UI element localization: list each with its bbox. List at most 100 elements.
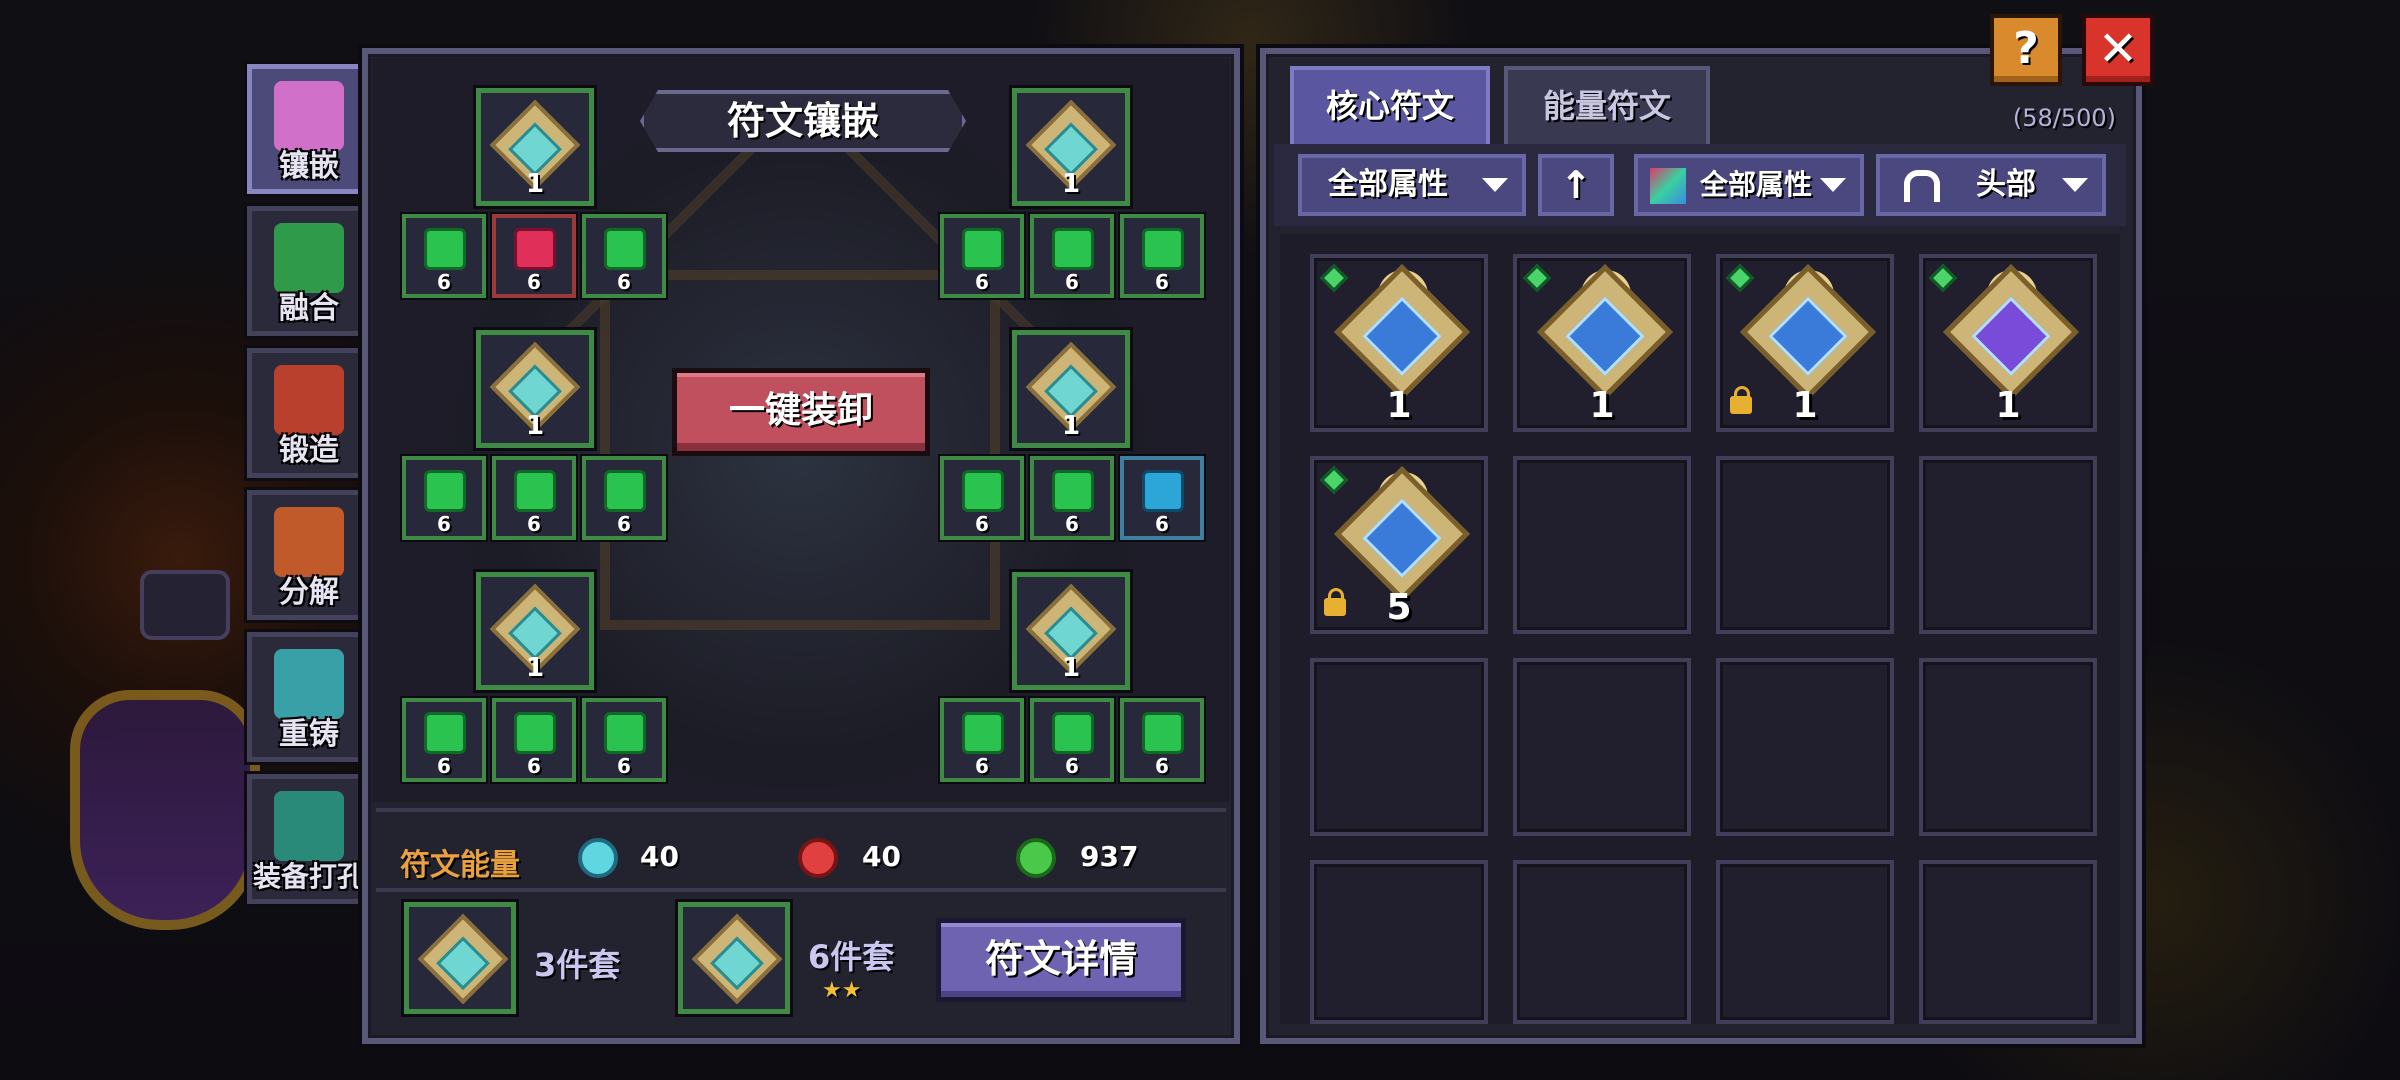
energy-rune-icon xyxy=(424,228,466,270)
empty-slot[interactable] xyxy=(1716,658,1894,836)
inventory-item[interactable]: 5 xyxy=(1310,456,1488,634)
rune-level: 5 xyxy=(1386,587,1412,628)
tab-energy-runes[interactable]: 能量符文 xyxy=(1504,66,1710,144)
energy-label: 符文能量 xyxy=(400,848,520,883)
red-energy-icon xyxy=(798,838,838,878)
core-slot[interactable]: 1 xyxy=(1012,572,1130,690)
rune-slot[interactable]: 6 xyxy=(492,214,576,298)
empty-slot[interactable] xyxy=(1310,658,1488,836)
energy-rune-icon xyxy=(424,470,466,512)
rune-level: 1 xyxy=(525,653,545,683)
empty-slot[interactable] xyxy=(1919,860,2097,1024)
set-3-label: 3件套 xyxy=(534,946,621,984)
rune-details-button[interactable]: 符文详情 xyxy=(936,918,1186,1002)
inventory-item[interactable]: 1 xyxy=(1919,254,2097,432)
inventory-item[interactable]: 1 xyxy=(1716,254,1894,432)
rune-level: 1 xyxy=(1061,411,1081,441)
element-filter-dropdown[interactable]: 全部属性 xyxy=(1634,154,1864,216)
side-tab-decompose[interactable]: 分解 xyxy=(247,490,371,620)
core-rune-icon xyxy=(1943,264,2079,400)
side-tab-label: 重铸 xyxy=(279,717,339,752)
empty-slot[interactable] xyxy=(1919,456,2097,634)
set-rune-icon xyxy=(691,913,783,1005)
inventory-count: (58/500) xyxy=(2012,104,2116,132)
chevron-down-icon xyxy=(1820,178,1846,192)
core-slot[interactable]: 1 xyxy=(476,572,594,690)
side-tab-inlay[interactable]: 镶嵌 xyxy=(247,64,371,194)
attribute-filter-dropdown[interactable]: 全部属性 xyxy=(1298,154,1526,216)
rune-slot[interactable]: 6 xyxy=(492,698,576,782)
green-energy-icon xyxy=(1016,838,1056,878)
help-button[interactable]: ? xyxy=(1990,14,2062,86)
rune-slot[interactable]: 6 xyxy=(1030,698,1114,782)
rune-slot[interactable]: 6 xyxy=(1120,456,1204,540)
rune-slot[interactable]: 6 xyxy=(402,698,486,782)
empty-slot[interactable] xyxy=(1513,456,1691,634)
blue-energy-value: 40 xyxy=(640,840,679,873)
rune-slot[interactable]: 6 xyxy=(1120,214,1204,298)
rune-level: 1 xyxy=(1995,385,2021,426)
core-slot[interactable]: 1 xyxy=(1012,330,1130,448)
set-bonus-6-icon[interactable] xyxy=(678,902,790,1014)
core-rune-icon xyxy=(1740,264,1876,400)
side-tab-recast[interactable]: 重铸 xyxy=(247,632,371,762)
empty-slot[interactable] xyxy=(1919,658,2097,836)
chevron-down-icon xyxy=(1482,178,1508,192)
rune-slot[interactable]: 6 xyxy=(492,456,576,540)
rune-slot[interactable]: 6 xyxy=(582,698,666,782)
energy-rune-icon xyxy=(604,228,646,270)
empty-slot[interactable] xyxy=(1310,860,1488,1024)
new-marker-icon xyxy=(1928,263,1958,293)
rune-slot[interactable]: 6 xyxy=(940,698,1024,782)
side-tab-label: 装备打孔 xyxy=(252,860,365,893)
empty-slot[interactable] xyxy=(1513,860,1691,1024)
slot-level: 6 xyxy=(437,270,451,294)
side-tab-fusion[interactable]: 融合 xyxy=(247,206,371,336)
slot-level: 6 xyxy=(1065,512,1079,536)
side-tab-label: 镶嵌 xyxy=(279,149,339,184)
sort-button[interactable]: ↑ xyxy=(1538,154,1614,216)
new-marker-icon xyxy=(1522,263,1552,293)
slot-level: 6 xyxy=(975,512,989,536)
core-slot[interactable]: 1 xyxy=(476,88,594,206)
rune-slot[interactable]: 6 xyxy=(402,456,486,540)
rune-slot[interactable]: 6 xyxy=(582,214,666,298)
chevron-down-icon xyxy=(2062,178,2088,192)
slot-level: 6 xyxy=(1065,270,1079,294)
slot-filter-dropdown[interactable]: 头部 xyxy=(1876,154,2106,216)
rune-slot[interactable]: 6 xyxy=(582,456,666,540)
close-button[interactable]: ✕ xyxy=(2082,14,2154,86)
rune-level: 1 xyxy=(525,169,545,199)
energy-rune-icon xyxy=(1052,228,1094,270)
side-tab-forge[interactable]: 锻造 xyxy=(247,348,371,478)
red-energy-value: 40 xyxy=(862,840,901,873)
empty-slot[interactable] xyxy=(1716,860,1894,1024)
core-rune-icon xyxy=(1334,466,1470,602)
slot-level: 6 xyxy=(437,512,451,536)
side-tab-punch[interactable]: 装备打孔 xyxy=(247,774,371,904)
energy-rune-icon xyxy=(514,470,556,512)
inventory-item[interactable]: 1 xyxy=(1513,254,1691,432)
rune-slot[interactable]: 6 xyxy=(940,456,1024,540)
rune-slot[interactable]: 6 xyxy=(402,214,486,298)
rune-slot[interactable]: 6 xyxy=(1030,456,1114,540)
all-elements-icon xyxy=(1650,168,1686,204)
inventory-item[interactable]: 1 xyxy=(1310,254,1488,432)
rune-level: 1 xyxy=(1061,653,1081,683)
slot-level: 6 xyxy=(617,270,631,294)
rune-slot[interactable]: 6 xyxy=(1030,214,1114,298)
slot-level: 6 xyxy=(617,512,631,536)
tab-core-runes[interactable]: 核心符文 xyxy=(1290,66,1490,144)
new-marker-icon xyxy=(1319,465,1349,495)
core-slot[interactable]: 1 xyxy=(476,330,594,448)
set-bonus-3-icon[interactable] xyxy=(404,902,516,1014)
slot-level: 6 xyxy=(1155,512,1169,536)
rune-slot[interactable]: 6 xyxy=(1120,698,1204,782)
empty-slot[interactable] xyxy=(1716,456,1894,634)
core-slot[interactable]: 1 xyxy=(1012,88,1130,206)
side-tab-label: 分解 xyxy=(279,575,339,610)
rune-slot[interactable]: 6 xyxy=(940,214,1024,298)
slot-level: 6 xyxy=(437,754,451,778)
empty-slot[interactable] xyxy=(1513,658,1691,836)
one-click-unequip-button[interactable]: 一键装卸 xyxy=(672,368,930,456)
